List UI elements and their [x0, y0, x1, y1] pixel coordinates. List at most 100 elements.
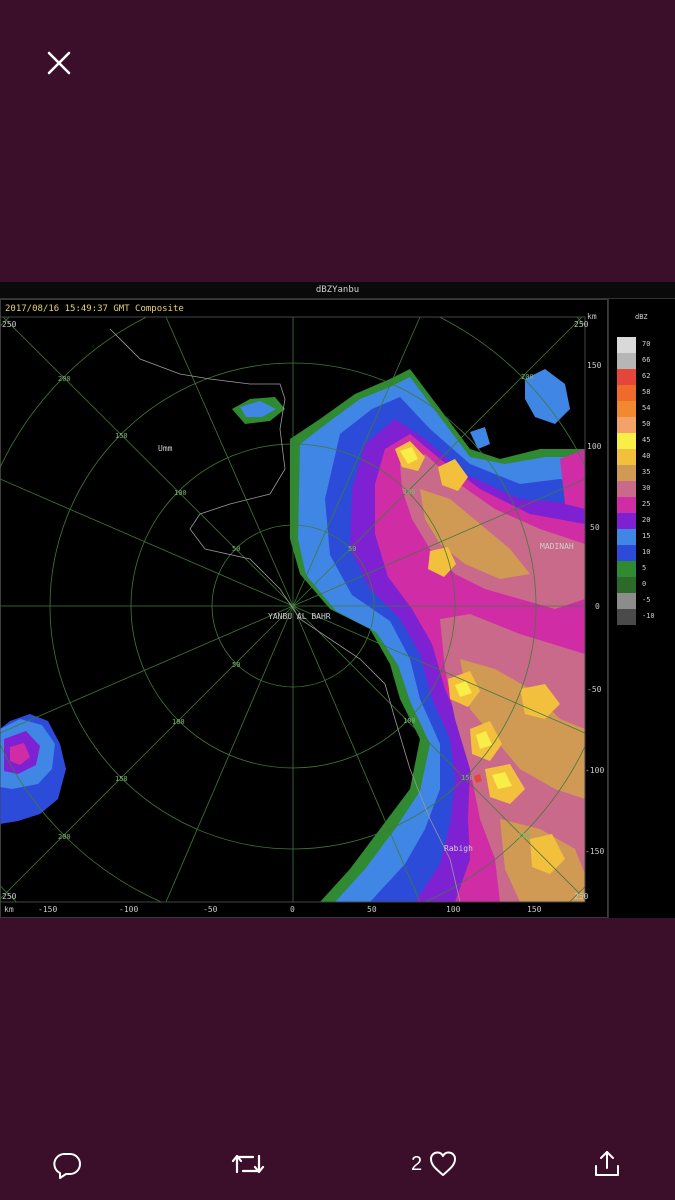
- station-label: YANBU AL BAHR: [268, 612, 331, 621]
- y-tick: -100: [585, 766, 604, 775]
- x-tick: -150: [38, 905, 57, 914]
- legend-entry: 66: [617, 353, 675, 369]
- legend-swatch: [617, 561, 636, 577]
- legend-label: 25: [642, 500, 651, 508]
- legend-swatch: [617, 417, 636, 433]
- legend-entry: 58: [617, 385, 675, 401]
- legend-entry: 62: [617, 369, 675, 385]
- place-label: Umm: [158, 444, 173, 453]
- legend-swatch: [617, 529, 636, 545]
- legend-label: 70: [642, 340, 651, 348]
- legend-label: 50: [642, 420, 651, 428]
- ring-label: 200: [518, 832, 531, 840]
- y-tick: 0: [595, 602, 600, 611]
- share-icon: [595, 1151, 619, 1176]
- dbz-legend: dBZ 70 66 62 58 54 50 45 40 35 30 25 20 15 10 5 0 -5 -10: [608, 299, 675, 918]
- radar-plot: 50 100 150 200 50 100 150 200 50 100 200…: [0, 312, 604, 914]
- legend-label: 45: [642, 436, 651, 444]
- echo-layer: [0, 369, 585, 902]
- radar-image: dBZYanbu 50 100 150 200 50 100 150 200 5…: [0, 282, 675, 918]
- x-tick: 150: [527, 905, 542, 914]
- x-tick: 0: [290, 905, 295, 914]
- y-tick: -150: [585, 847, 604, 856]
- corner-label: 250: [574, 892, 589, 901]
- corner-label: 250: [574, 320, 589, 329]
- legend-label: -5: [642, 596, 651, 604]
- ring-label: 50: [232, 661, 240, 669]
- y-tick: -50: [587, 685, 602, 694]
- x-tick: -50: [203, 905, 218, 914]
- legend-label: 20: [642, 516, 651, 524]
- ring-label: 50: [348, 545, 356, 553]
- place-label: Rabigh: [444, 844, 473, 853]
- legend-label: 35: [642, 468, 651, 476]
- reply-button[interactable]: [52, 1148, 82, 1180]
- legend-label: 15: [642, 532, 651, 540]
- legend-entry: 45: [617, 433, 675, 449]
- legend-entry: 10: [617, 545, 675, 561]
- legend-entry: 20: [617, 513, 675, 529]
- ring-label: 100: [174, 489, 187, 497]
- legend-swatch: [617, 513, 636, 529]
- legend-entry: -5: [617, 593, 675, 609]
- ring-label: 100: [172, 718, 185, 726]
- ring-label: 200: [58, 833, 71, 841]
- legend-entry: 5: [617, 561, 675, 577]
- legend-entry: 35: [617, 465, 675, 481]
- legend-label: 54: [642, 404, 651, 412]
- corner-label: 250: [2, 320, 17, 329]
- close-button[interactable]: [38, 42, 80, 84]
- ring-label: 200: [521, 373, 534, 381]
- close-icon: [47, 51, 71, 75]
- retweet-icon: [231, 1154, 265, 1174]
- ring-label: 100: [403, 488, 416, 496]
- ring-label: 200: [58, 375, 71, 383]
- y-tick: 50: [590, 523, 600, 532]
- ring-label: 50: [232, 545, 240, 553]
- y-tick: 100: [587, 442, 602, 451]
- km-label-bottom: km: [4, 905, 14, 914]
- legend-swatch: [617, 465, 636, 481]
- legend-entry: 25: [617, 497, 675, 513]
- share-button[interactable]: [592, 1148, 622, 1180]
- legend-entry: 0: [617, 577, 675, 593]
- legend-swatch: [617, 609, 636, 625]
- legend-swatch: [617, 433, 636, 449]
- legend-entry: 15: [617, 529, 675, 545]
- legend-label: 0: [642, 580, 647, 588]
- like-button[interactable]: 2: [411, 1148, 458, 1180]
- x-tick: 100: [446, 905, 461, 914]
- legend-swatch: [617, 481, 636, 497]
- legend-swatch: [617, 545, 636, 561]
- legend-swatch: [617, 593, 636, 609]
- ring-label: 150: [461, 774, 474, 782]
- x-tick: -100: [119, 905, 138, 914]
- km-label-top: km: [587, 312, 597, 321]
- ring-label: 150: [115, 775, 128, 783]
- corner-label: 250: [2, 892, 17, 901]
- legend-label: 62: [642, 372, 651, 380]
- tweet-action-bar: 2: [0, 1140, 675, 1188]
- retweet-button[interactable]: [231, 1148, 265, 1180]
- x-tick: 50: [367, 905, 377, 914]
- legend-label: 40: [642, 452, 651, 460]
- ring-label: 100: [403, 717, 416, 725]
- legend-label: -10: [642, 612, 655, 620]
- legend-swatch: [617, 385, 636, 401]
- legend-swatch: [617, 353, 636, 369]
- legend-label: 5: [642, 564, 647, 572]
- legend-entry: 70: [617, 337, 675, 353]
- legend-entry: 50: [617, 417, 675, 433]
- legend-entry: 54: [617, 401, 675, 417]
- legend-entry: 30: [617, 481, 675, 497]
- legend-label: 58: [642, 388, 651, 396]
- legend-entry: -10: [617, 609, 675, 625]
- heart-icon: [430, 1151, 457, 1176]
- radar-timestamp: 2017/08/16 15:49:37 GMT Composite: [5, 304, 184, 314]
- legend-label: 30: [642, 484, 651, 492]
- y-tick: 150: [587, 361, 602, 370]
- reply-icon: [53, 1153, 81, 1179]
- like-count: 2: [411, 1152, 423, 1175]
- place-label: MADINAH: [540, 542, 574, 551]
- legend-unit: dBZ: [635, 313, 648, 321]
